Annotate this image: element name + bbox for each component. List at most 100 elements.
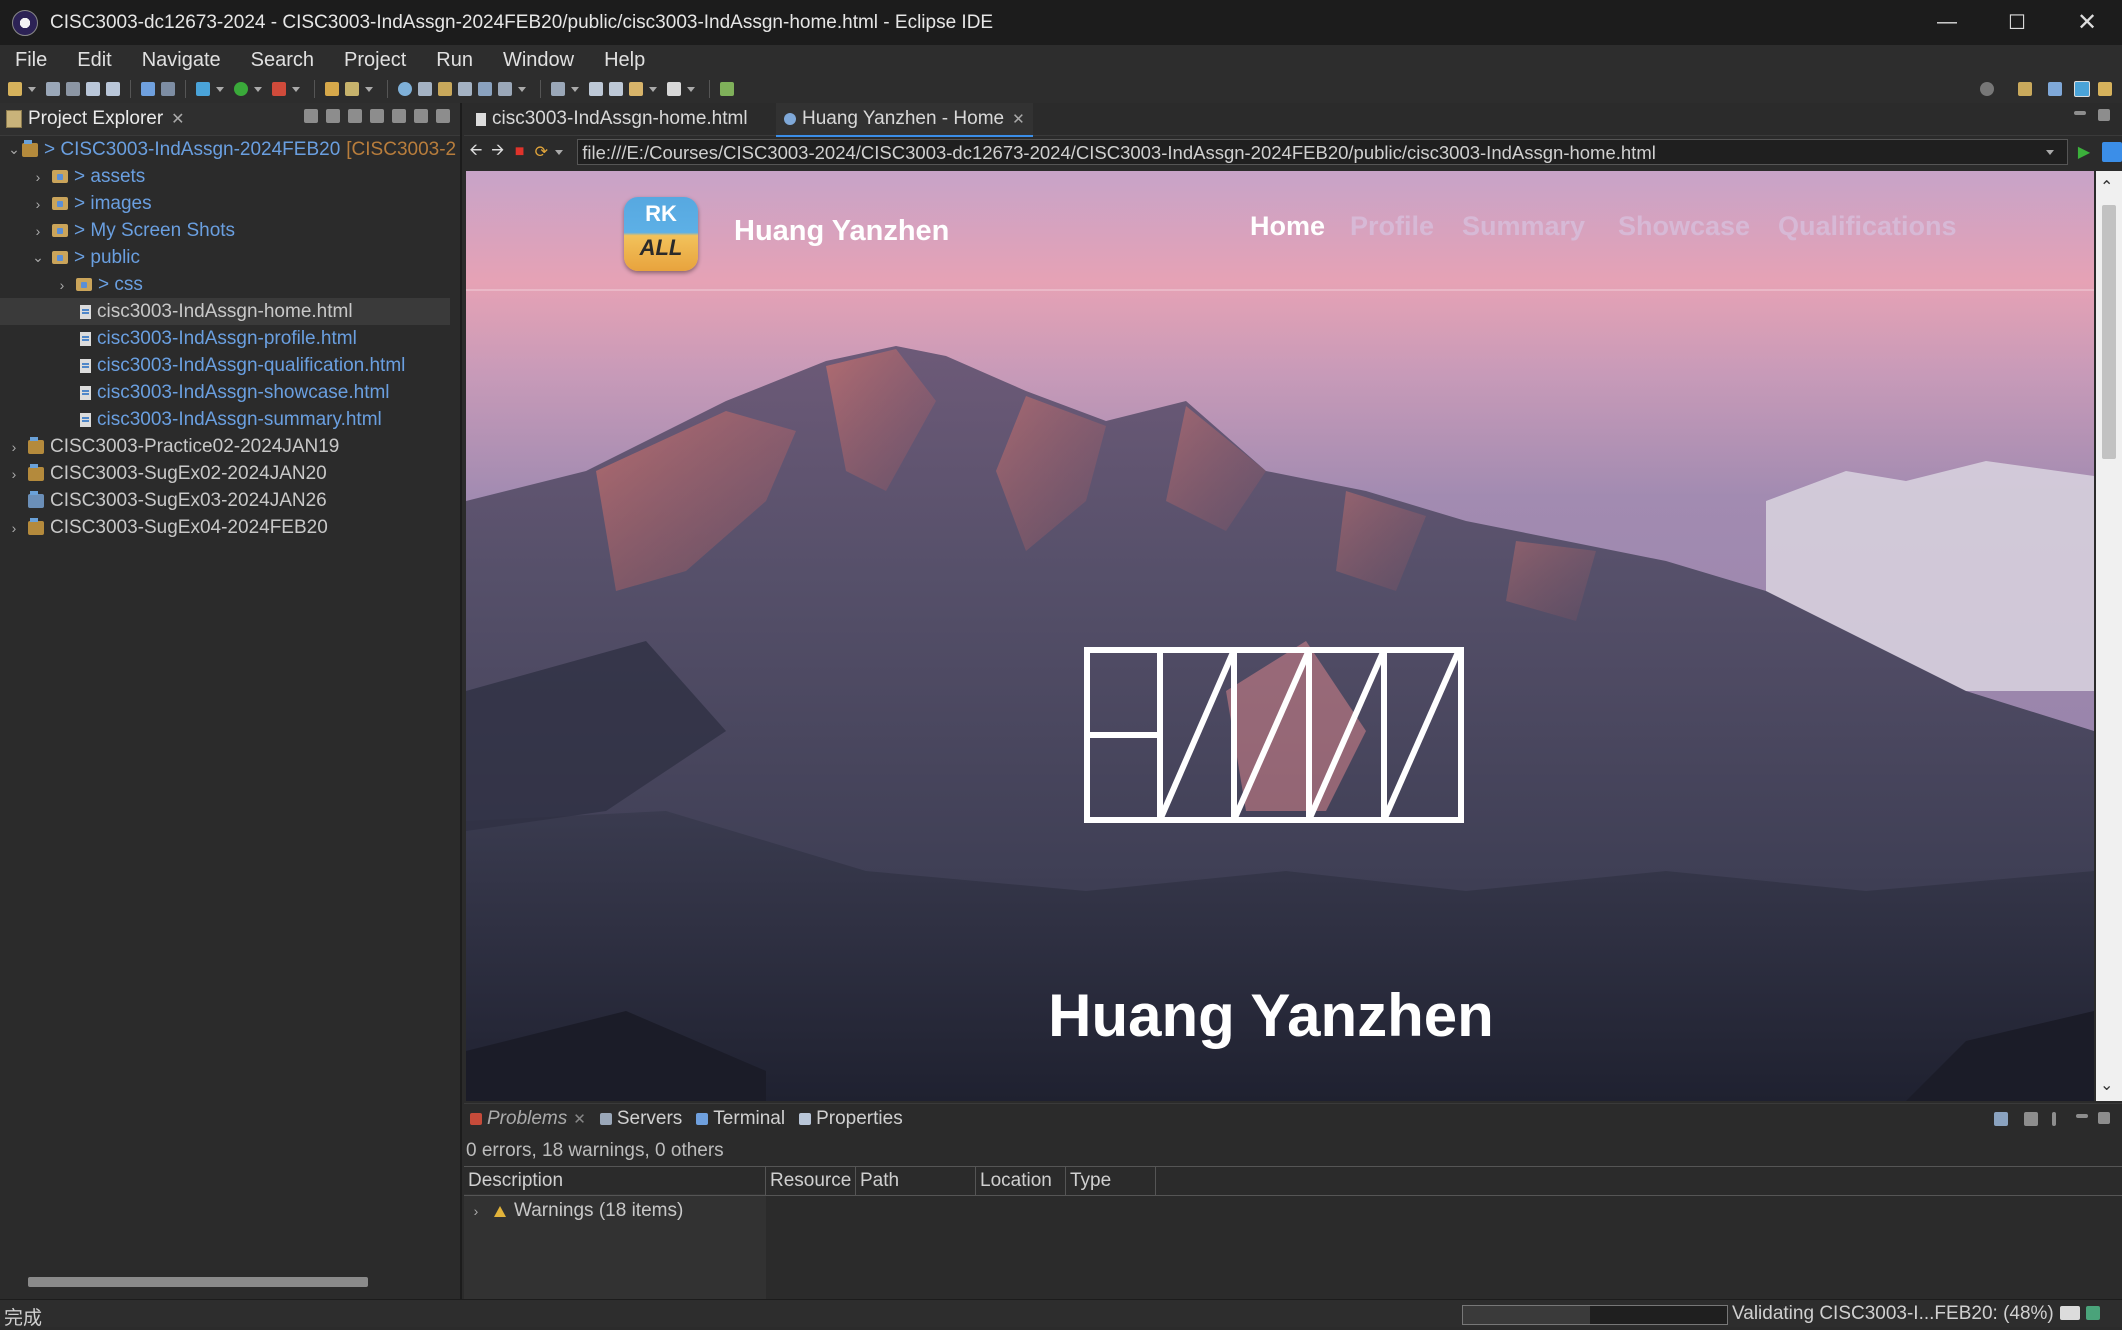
site-name[interactable]: Huang Yanzhen <box>734 215 949 248</box>
chevron-right-icon[interactable]: › <box>6 520 22 536</box>
column-type[interactable]: Type <box>1066 1167 1156 1195</box>
redo-icon[interactable] <box>106 82 120 96</box>
menu-window[interactable]: Window <box>488 49 589 72</box>
filter-icon[interactable] <box>348 109 362 123</box>
minimize-view-icon[interactable] <box>414 109 428 123</box>
chevron-down-icon[interactable]: ⌄ <box>6 141 22 158</box>
link-editor-icon[interactable] <box>326 109 340 123</box>
menu-run[interactable]: Run <box>421 49 488 72</box>
open-resource-icon[interactable] <box>438 82 452 96</box>
open-perspective-icon[interactable] <box>720 82 734 96</box>
nav-link-summary[interactable]: Summary <box>1462 211 1585 242</box>
scroll-up-icon[interactable]: ⌃ <box>2100 177 2113 197</box>
chevron-down-icon[interactable] <box>254 86 262 92</box>
chevron-down-icon[interactable] <box>292 86 300 92</box>
tree-item-showcase-file[interactable]: cisc3003-IndAssgn-showcase.html <box>0 379 390 406</box>
chevron-down-icon[interactable] <box>571 86 579 92</box>
tree-item-assets[interactable]: › > assets <box>0 163 146 190</box>
maximize-view-icon[interactable] <box>2098 1112 2110 1124</box>
chevron-right-icon[interactable]: › <box>54 277 70 293</box>
forward-history-icon[interactable] <box>609 82 623 96</box>
go-icon[interactable]: ▶ <box>2078 142 2090 162</box>
undo-icon[interactable] <box>86 82 100 96</box>
tree-item-profile-file[interactable]: cisc3003-IndAssgn-profile.html <box>0 325 357 352</box>
minimize-view-icon[interactable] <box>2076 1114 2088 1118</box>
chevron-down-icon[interactable] <box>518 86 526 92</box>
vertical-scrollbar[interactable]: ⌃ ⌄ <box>2096 171 2122 1101</box>
search-icon[interactable] <box>1980 82 1994 96</box>
menu-edit[interactable]: Edit <box>62 49 126 72</box>
tree-item-css[interactable]: › > css <box>0 271 143 298</box>
annotation-icon[interactable] <box>498 82 512 96</box>
tree-item-sugex02[interactable]: › CISC3003-SugEx02-2024JAN20 <box>0 460 327 487</box>
edit-icon[interactable] <box>345 82 359 96</box>
column-resource[interactable]: Resource <box>766 1167 856 1195</box>
tree-item-screenshots[interactable]: › > My Screen Shots <box>0 217 235 244</box>
chevron-right-icon[interactable]: › <box>6 439 22 455</box>
task-icon[interactable] <box>478 82 492 96</box>
menu-help[interactable]: Help <box>589 49 660 72</box>
tree-item-practice02[interactable]: › CISC3003-Practice02-2024JAN19 <box>0 433 340 460</box>
search-file-icon[interactable] <box>458 82 472 96</box>
menu-navigate[interactable]: Navigate <box>127 49 236 72</box>
column-description[interactable]: Description <box>464 1167 766 1195</box>
nav-link-profile[interactable]: Profile <box>1350 211 1434 242</box>
menu-project[interactable]: Project <box>329 49 421 72</box>
kebab-menu-icon[interactable] <box>2052 1112 2056 1126</box>
maximize-view-icon[interactable] <box>2098 109 2110 121</box>
minimize-view-icon[interactable] <box>2074 111 2086 115</box>
menu-file[interactable]: File <box>0 49 62 72</box>
new-icon[interactable] <box>8 82 22 96</box>
tree-item-sugex04[interactable]: › CISC3003-SugEx04-2024FEB20 <box>0 514 328 541</box>
terminal-icon[interactable] <box>141 82 155 96</box>
tree-item-root-project[interactable]: ⌄ > CISC3003-IndAssgn-2024FEB20 [CISC300… <box>0 136 456 163</box>
chevron-down-icon[interactable] <box>649 86 657 92</box>
tree-item-home-file[interactable]: cisc3003-IndAssgn-home.html <box>0 298 450 325</box>
maximize-button[interactable]: ☐ <box>1982 0 2052 45</box>
tab-servers[interactable]: Servers <box>599 1108 682 1130</box>
kebab-menu-icon[interactable] <box>392 109 406 123</box>
tab-browser[interactable]: Huang Yanzhen - Home ✕ <box>776 103 1033 138</box>
column-path[interactable]: Path <box>856 1167 976 1195</box>
tree-item-summary-file[interactable]: cisc3003-IndAssgn-summary.html <box>0 406 382 433</box>
chevron-right-icon[interactable]: › <box>30 196 46 212</box>
external-tools-icon[interactable] <box>272 82 286 96</box>
forward-icon[interactable]: 🡪 <box>488 139 508 166</box>
table-row[interactable]: › Warnings (18 items) <box>468 1200 684 1222</box>
chevron-down-icon[interactable] <box>28 86 36 92</box>
nav-link-qualifications[interactable]: Qualifications <box>1778 211 1957 242</box>
stop-icon[interactable]: ■ <box>510 143 530 161</box>
nav-link-home[interactable]: Home <box>1250 211 1325 242</box>
tab-problems[interactable]: Problems ✕ <box>470 1108 586 1130</box>
progress-text[interactable]: Validating CISC3003-I...FEB20: (48%) <box>1732 1303 2054 1325</box>
java-perspective-icon[interactable] <box>2098 82 2112 96</box>
back-icon[interactable]: 🡨 <box>466 139 486 166</box>
view-menu-icon[interactable] <box>370 109 384 123</box>
save-all-icon[interactable] <box>66 82 80 96</box>
back-history-icon[interactable] <box>589 82 603 96</box>
open-type-icon[interactable] <box>418 82 432 96</box>
chevron-down-icon[interactable] <box>365 86 373 92</box>
tab-terminal[interactable]: Terminal <box>696 1108 785 1130</box>
browser-viewport[interactable]: RK ALL Huang Yanzhen Home Profile Summar… <box>466 171 2094 1101</box>
tree-item-public[interactable]: ⌄ > public <box>0 244 140 271</box>
open-external-icon[interactable] <box>2102 142 2122 162</box>
run-icon[interactable] <box>234 82 248 96</box>
url-field[interactable]: file:///E:/Courses/CISC3003-2024/CISC300… <box>577 139 2068 165</box>
chevron-down-icon[interactable] <box>2045 149 2054 155</box>
chevron-right-icon[interactable]: › <box>6 466 22 482</box>
background-task-icon[interactable] <box>2086 1306 2100 1320</box>
debug-icon[interactable] <box>196 82 210 96</box>
forward-icon[interactable] <box>667 82 681 96</box>
back-icon[interactable] <box>629 82 643 96</box>
chevron-right-icon[interactable]: › <box>30 169 46 185</box>
tree-item-qualification-file[interactable]: cisc3003-IndAssgn-qualification.html <box>0 352 405 379</box>
save-icon[interactable] <box>46 82 60 96</box>
skip-breakpoints-icon[interactable] <box>161 82 175 96</box>
close-icon[interactable]: ✕ <box>573 1110 586 1128</box>
tree-item-sugex03[interactable]: CISC3003-SugEx03-2024JAN26 <box>0 487 327 514</box>
minimize-button[interactable]: — <box>1912 0 1982 45</box>
explorer-title[interactable]: Project Explorer <box>28 108 163 130</box>
refresh-icon[interactable]: ⟳ <box>531 142 551 162</box>
filter-icon[interactable] <box>1994 1112 2008 1126</box>
